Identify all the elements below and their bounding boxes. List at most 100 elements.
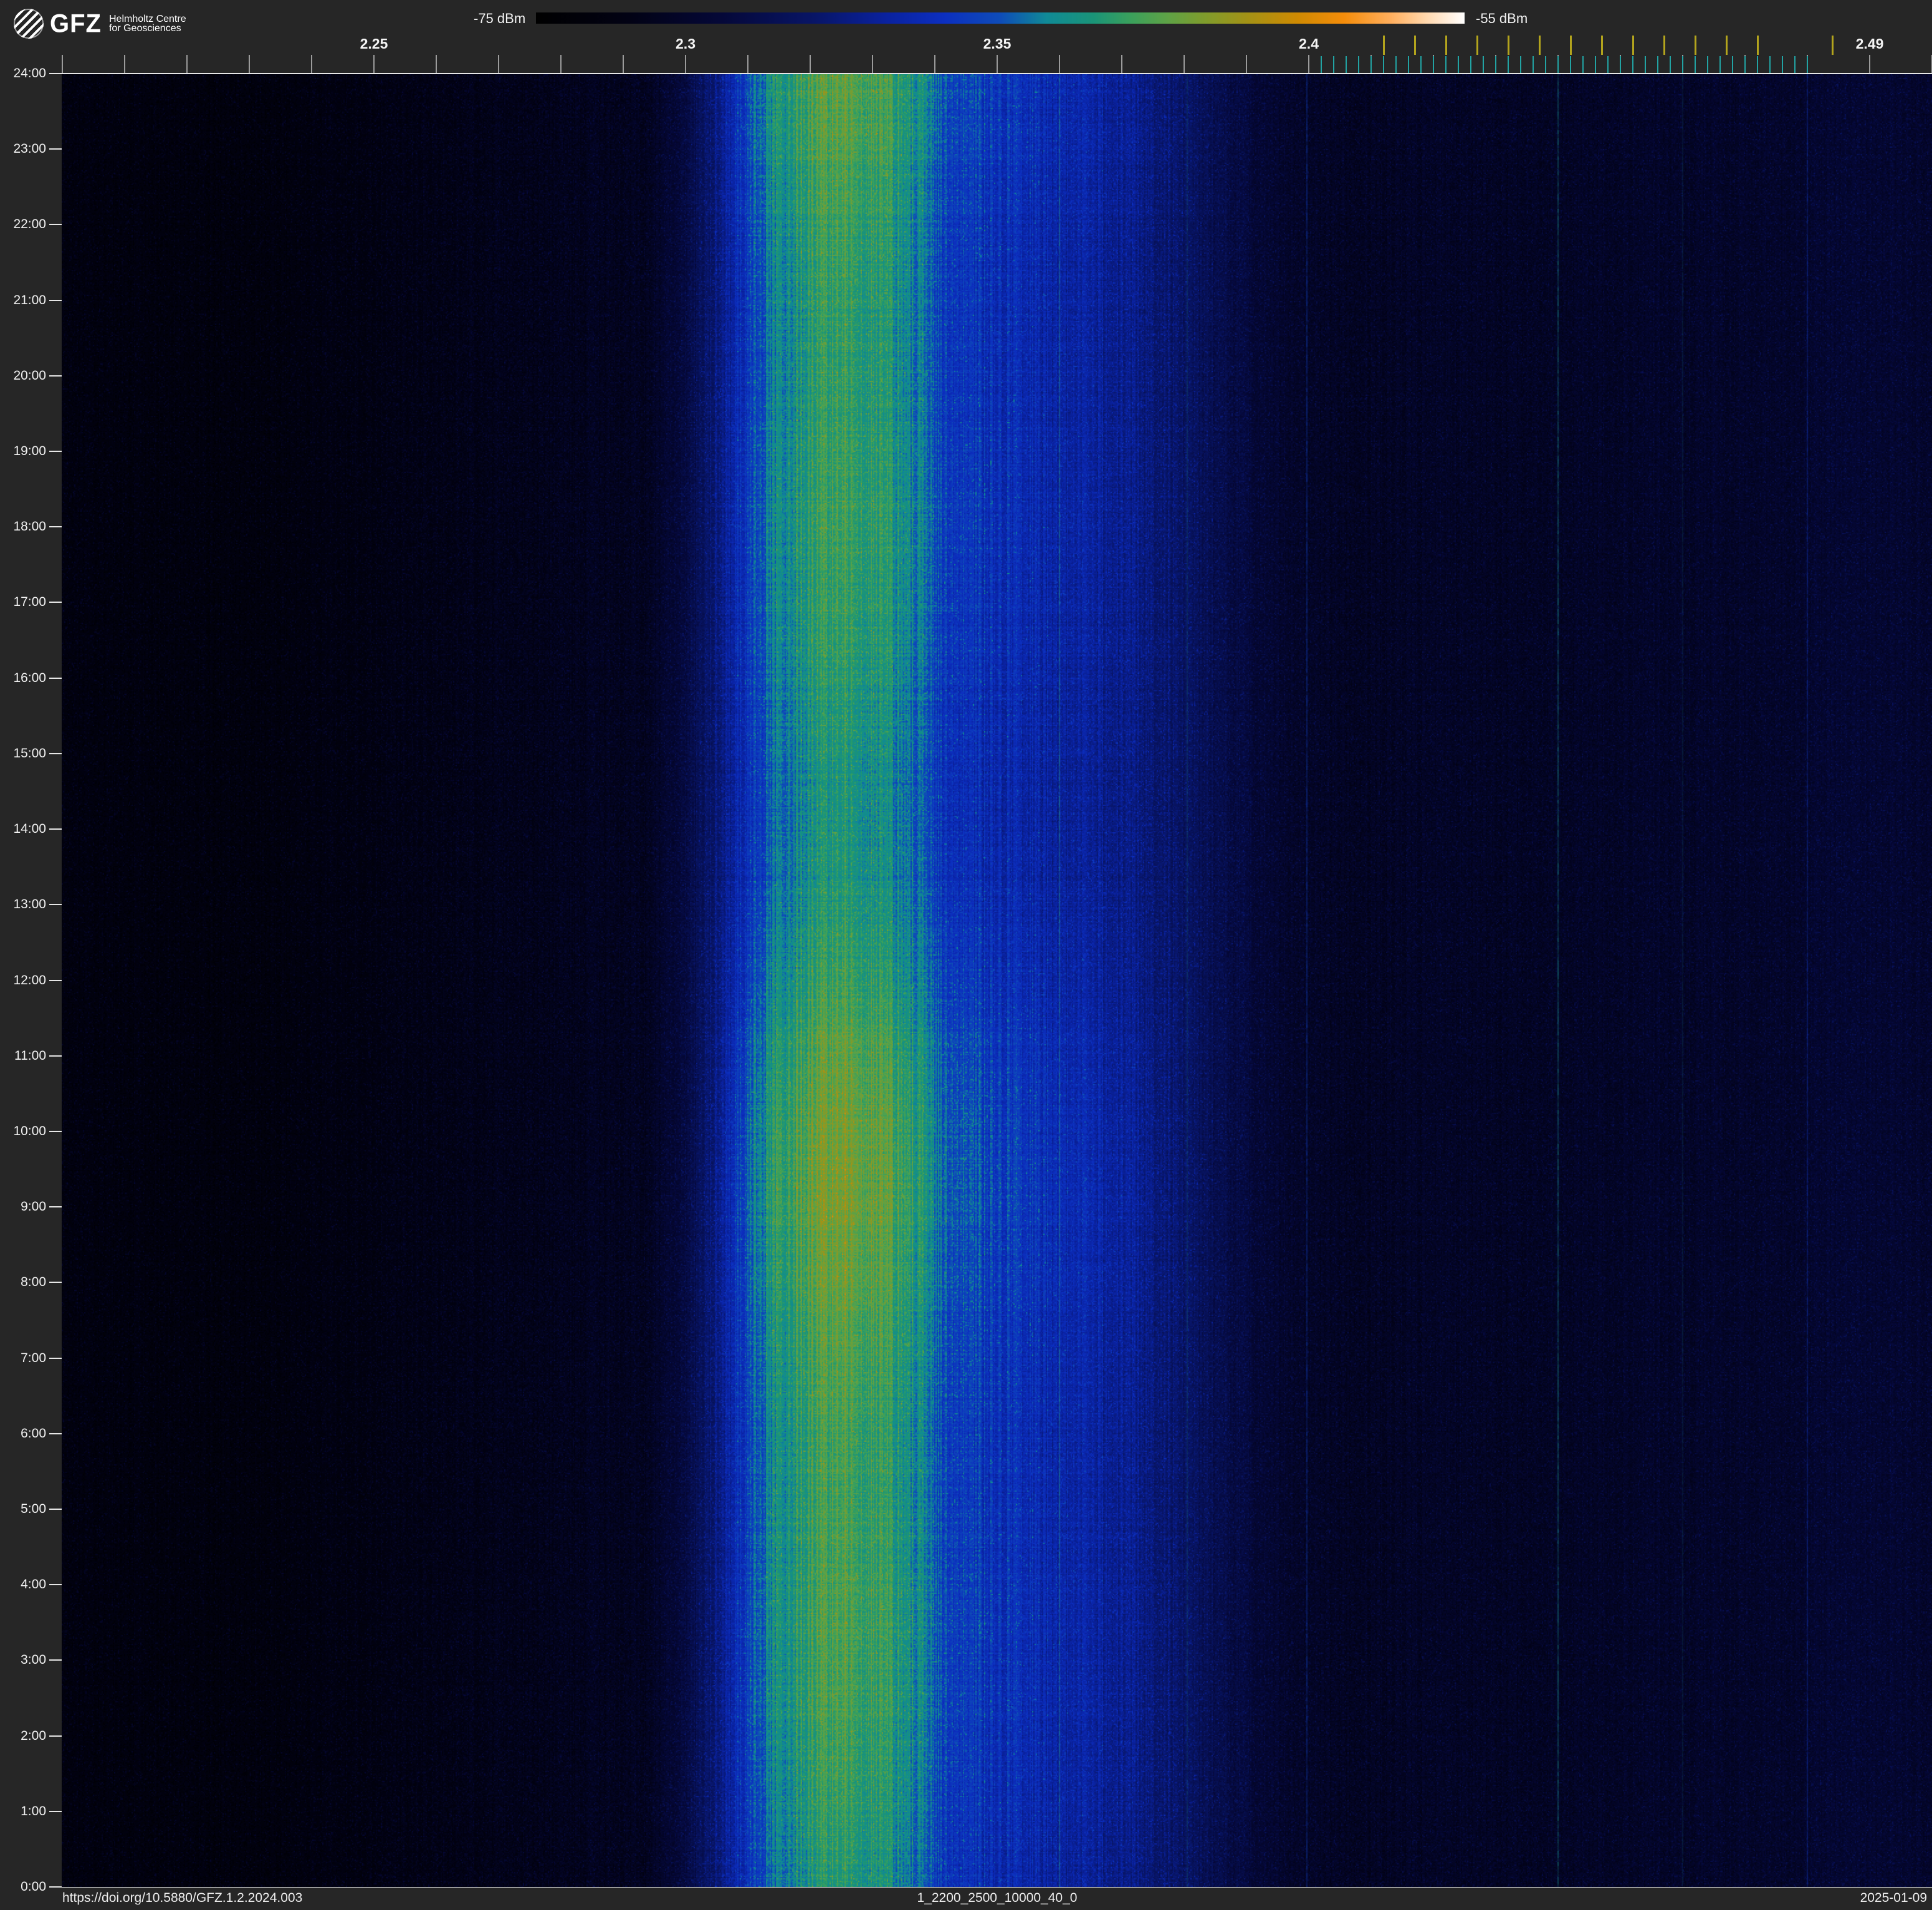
freq-minor-tick <box>124 55 125 73</box>
wifi-channel-tick <box>1570 36 1572 55</box>
time-axis-label: 22:00 <box>13 217 46 232</box>
ble-channel-tick <box>1370 56 1372 74</box>
ble-channel-tick <box>1520 56 1521 74</box>
time-axis-label: 4:00 <box>21 1577 46 1592</box>
wifi-channel-tick <box>1539 36 1541 55</box>
logo-acronym: GFZ <box>50 9 102 39</box>
ble-channel-tick <box>1333 56 1334 74</box>
time-axis-label: 1:00 <box>21 1803 46 1818</box>
time-axis-label: 8:00 <box>21 1275 46 1290</box>
ble-channel-tick <box>1632 56 1633 74</box>
time-axis-label: 9:00 <box>21 1199 46 1214</box>
ble-channel-tick <box>1483 56 1484 74</box>
ble-channel-tick <box>1408 56 1409 74</box>
time-axis-label: 7:00 <box>21 1350 46 1365</box>
logo-name-line2: for Geosciences <box>108 23 181 34</box>
wifi-channel-tick <box>1832 36 1834 55</box>
ble-channel-tick <box>1682 56 1683 74</box>
footer-date: 2025-01-09 <box>1860 1891 1927 1905</box>
freq-minor-tick <box>436 55 437 73</box>
time-axis-label: 20:00 <box>13 368 46 383</box>
wifi-channel-tick <box>1663 36 1665 55</box>
spectrogram-canvas <box>62 74 1932 1887</box>
ble-channel-tick <box>1794 56 1796 74</box>
ble-channel-tick <box>1645 56 1646 74</box>
ble-channel-tick <box>1757 56 1758 74</box>
time-axis-label: 13:00 <box>13 897 46 912</box>
freq-minor-tick <box>249 55 250 73</box>
freq-minor-tick <box>810 55 811 73</box>
time-axis-label: 21:00 <box>13 292 46 307</box>
ble-channel-tick <box>1533 56 1534 74</box>
wifi-channel-tick <box>1414 36 1416 55</box>
freq-minor-tick <box>186 55 188 73</box>
wifi-channel-tick <box>1632 36 1634 55</box>
freq-minor-tick <box>311 55 312 73</box>
wifi-channel-tick <box>1726 36 1728 55</box>
ble-channel-tick <box>1582 56 1584 74</box>
time-axis-label: 10:00 <box>13 1123 46 1138</box>
freq-tick-label: 2.49 <box>1855 36 1884 52</box>
freq-minor-tick <box>1308 55 1309 73</box>
freq-minor-tick <box>997 55 998 73</box>
time-axis-label: 19:00 <box>13 444 46 459</box>
wifi-channel-tick <box>1476 36 1478 55</box>
time-axis-label: 18:00 <box>13 519 46 534</box>
ble-channel-tick <box>1620 56 1621 74</box>
time-axis-label: 3:00 <box>21 1653 46 1668</box>
ble-channel-tick <box>1495 56 1496 74</box>
freq-minor-tick <box>373 55 375 73</box>
ble-channel-tick <box>1769 56 1771 74</box>
ble-channel-tick <box>1346 56 1347 74</box>
wifi-channel-tick <box>1383 36 1385 55</box>
time-axis-label: 2:00 <box>21 1728 46 1743</box>
ble-channel-tick <box>1445 56 1447 74</box>
ble-channel-tick <box>1744 56 1746 74</box>
ble-channel-tick <box>1545 56 1546 74</box>
ble-channel-tick <box>1670 56 1671 74</box>
freq-minor-tick <box>872 55 873 73</box>
ble-channel-tick <box>1395 56 1397 74</box>
ble-channel-tick <box>1595 56 1596 74</box>
colorbar-max-label: -55 dBm <box>1476 11 1528 26</box>
ble-channel-tick <box>1782 56 1783 74</box>
ble-channel-tick <box>1508 56 1509 74</box>
freq-tick-label: 2.4 <box>1299 36 1319 52</box>
footer-dataset-id: 1_2200_2500_10000_40_0 <box>917 1891 1078 1905</box>
freq-minor-tick <box>498 55 499 73</box>
time-axis-label: 6:00 <box>21 1426 46 1441</box>
ble-channel-tick <box>1321 56 1322 74</box>
time-axis-label: 16:00 <box>13 670 46 685</box>
ble-channel-tick <box>1420 56 1422 74</box>
colorbar-gradient <box>536 12 1465 24</box>
logo-name: Helmholtz Centre for Geosciences <box>108 14 186 34</box>
time-axis-label: 11:00 <box>14 1048 46 1063</box>
freq-minor-tick <box>1246 55 1247 73</box>
time-axis-label: 0:00 <box>21 1879 46 1894</box>
freq-tick-label: 2.35 <box>983 36 1011 52</box>
freq-minor-tick <box>1184 55 1185 73</box>
freq-minor-tick <box>934 55 935 73</box>
colorbar-min-label: -75 dBm <box>474 11 526 26</box>
ble-channel-tick <box>1470 56 1471 74</box>
ble-channel-tick <box>1607 56 1609 74</box>
freq-minor-tick <box>623 55 624 73</box>
time-axis-label: 23:00 <box>13 142 46 156</box>
wifi-channel-tick <box>1695 36 1696 55</box>
wifi-channel-tick <box>1508 36 1509 55</box>
time-axis-label: 17:00 <box>13 595 46 610</box>
gfz-logo: GFZ Helmholtz Centre for Geosciences <box>14 9 186 39</box>
freq-minor-tick <box>62 55 63 73</box>
time-axis-label: 5:00 <box>21 1501 46 1516</box>
freq-minor-tick <box>747 55 748 73</box>
ble-channel-tick <box>1719 56 1721 74</box>
ble-channel-tick <box>1732 56 1733 74</box>
time-axis-label: 14:00 <box>13 822 46 837</box>
freq-minor-tick <box>1869 55 1870 73</box>
wifi-channel-tick <box>1601 36 1603 55</box>
time-axis-label: 12:00 <box>13 972 46 987</box>
ble-channel-tick <box>1570 56 1571 74</box>
ble-channel-tick <box>1458 56 1459 74</box>
freq-minor-tick <box>560 55 562 73</box>
ble-channel-tick <box>1358 56 1359 74</box>
